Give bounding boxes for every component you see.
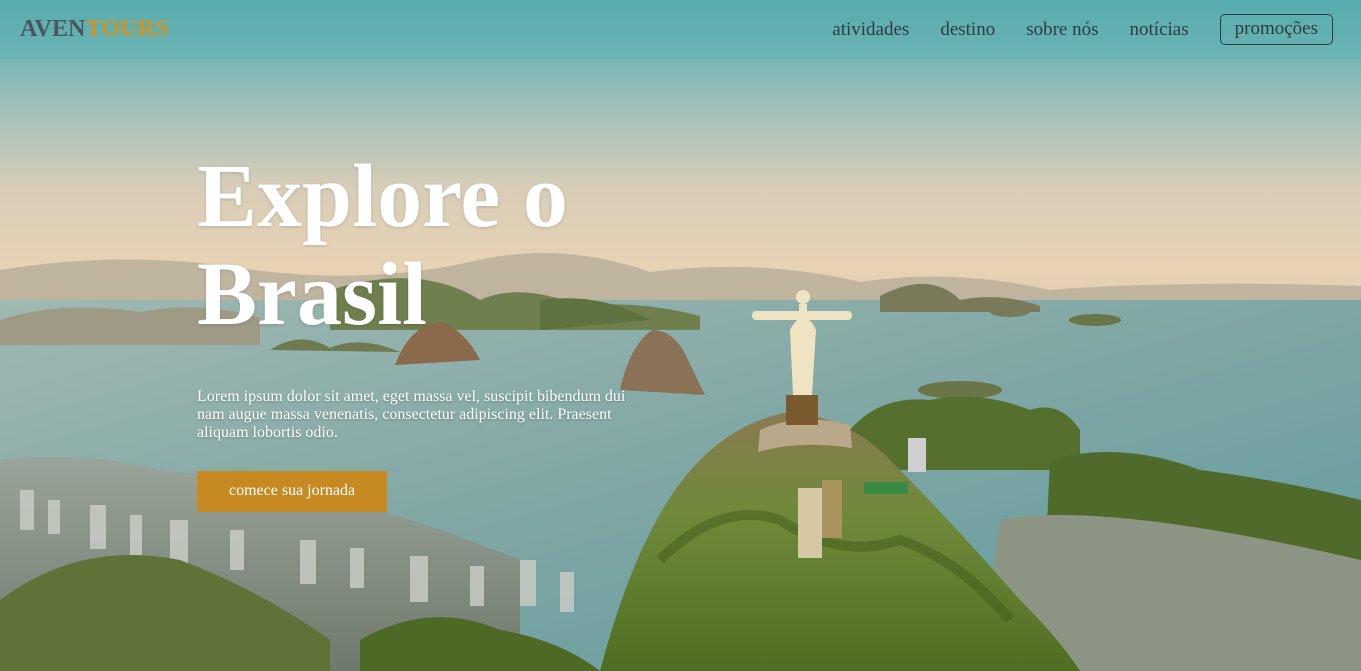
nav-link-sobre-nos[interactable]: sobre nós — [1026, 19, 1098, 40]
start-journey-button[interactable]: comece sua jornada — [197, 471, 388, 512]
nav-link-destino[interactable]: destino — [940, 19, 995, 40]
promocoes-button[interactable]: promoções — [1219, 14, 1333, 45]
hero-title-line1: Explore o — [197, 147, 568, 246]
nav-link-atividades[interactable]: atividades — [832, 19, 909, 40]
hero-title: Explore o Brasil — [197, 148, 657, 344]
nav-list: atividades destino sobre nós notícias pr… — [801, 14, 1333, 45]
brand-name-tours: TOURS — [85, 16, 169, 42]
hero-title-line2: Brasil — [197, 245, 428, 344]
brand-logo[interactable]: AVENTOURS — [20, 16, 169, 43]
hero-description: Lorem ipsum dolor sit amet, eget massa v… — [197, 388, 626, 441]
hero-section: Explore o Brasil Lorem ipsum dolor sit a… — [197, 148, 657, 512]
top-navbar: AVENTOURS atividades destino sobre nós n… — [0, 0, 1361, 59]
nav-link-noticias[interactable]: notícias — [1130, 19, 1189, 40]
brand-name-aven: AVEN — [20, 16, 86, 42]
main-nav: atividades destino sobre nós notícias pr… — [801, 14, 1333, 45]
